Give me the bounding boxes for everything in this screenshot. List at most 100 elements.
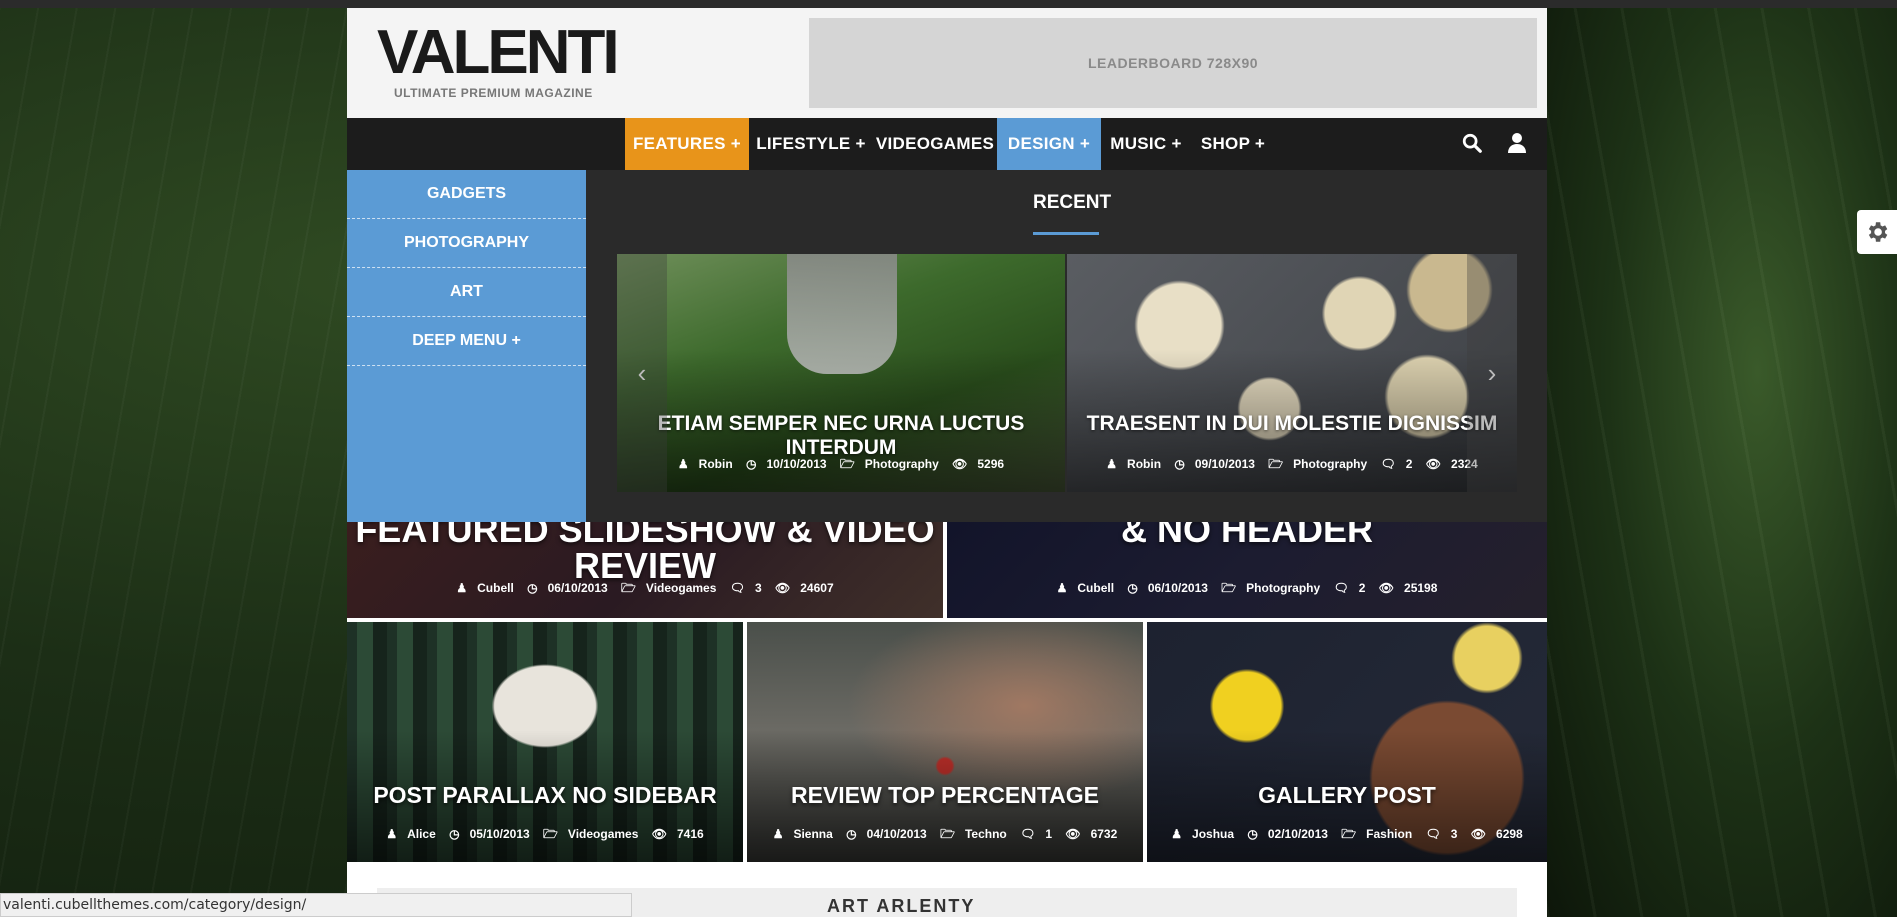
settings-gear-button[interactable]	[1857, 210, 1897, 254]
meta-comments: 2	[1358, 581, 1366, 595]
user-icon: ♟	[386, 827, 398, 841]
featured-title[interactable]: FEATURED SLIDESHOW & VIDEO REVIEW	[347, 522, 943, 584]
meta-category[interactable]: Fashion	[1366, 827, 1412, 841]
meta-date: 05/10/2013	[469, 827, 530, 841]
meta-views: 6298	[1496, 827, 1523, 841]
grid-post-title[interactable]: REVIEW TOP PERCENTAGE	[747, 782, 1143, 809]
meta-author[interactable]: Cubell	[477, 581, 514, 595]
meta-author[interactable]: Alice	[407, 827, 436, 841]
slider-next-button[interactable]: ›	[1467, 254, 1517, 492]
card-title[interactable]: TRAESENT IN DUI MOLESTIE DIGNISSIM	[1067, 412, 1517, 436]
submenu-item-gadgets[interactable]: GADGETS	[347, 170, 586, 219]
browser-status-bar: valenti.cubellthemes.com/category/design…	[0, 893, 632, 917]
nav-item-music[interactable]: MUSIC +	[1101, 118, 1191, 170]
featured-meta: ♟ Cubell ◷ 06/10/2013 🗁 Photography 🗨 2 👁 251…	[947, 579, 1547, 600]
leaderboard-ad[interactable]: LEADERBOARD 728X90	[809, 18, 1537, 108]
grid-post[interactable]: GALLERY POST ♟ Joshua ◷ 02/10/2013 🗁 Fashio…	[1147, 622, 1547, 862]
folder-icon: 🗁	[940, 827, 955, 841]
card-meta: ♟ Robin ◷ 09/10/2013 🗁 Photography 🗨 2 👁 2324	[1067, 455, 1517, 476]
gear-icon	[1868, 222, 1888, 242]
eye-icon: 👁	[1065, 827, 1081, 841]
grid-post[interactable]: REVIEW TOP PERCENTAGE ♟ Sienna ◷ 04/10/201…	[747, 622, 1143, 862]
submenu-item-deep-menu[interactable]: DEEP MENU +	[347, 317, 586, 366]
eye-icon: 👁	[1378, 581, 1395, 595]
meta-author[interactable]: Robin	[1127, 457, 1161, 471]
meta-comments: 2	[1405, 457, 1413, 471]
clock-icon: ◷	[746, 457, 757, 471]
featured-post-block[interactable]: & NO HEADER ♟ Cubell ◷ 06/10/2013 🗁 Photogr…	[947, 522, 1547, 618]
nav-item-lifestyle[interactable]: LIFESTYLE +	[749, 118, 873, 170]
meta-views: 5296	[977, 457, 1005, 471]
meta-author[interactable]: Sienna	[793, 827, 832, 841]
search-icon[interactable]	[1461, 132, 1485, 156]
clock-icon: ◷	[1174, 457, 1185, 471]
eye-icon: 👁	[1470, 827, 1487, 841]
grid-post-meta: ♟ Alice ◷ 05/10/2013 🗁 Videogames 👁 7416	[347, 825, 743, 846]
chevron-left-icon: ‹	[637, 357, 647, 388]
nav-item-videogames[interactable]: VIDEOGAMES	[873, 118, 997, 170]
user-icon: ♟	[677, 457, 689, 471]
browser-top-strip	[0, 0, 1897, 8]
submenu-item-art[interactable]: ART	[347, 268, 586, 317]
meta-category[interactable]: Photography	[865, 457, 939, 471]
user-icon: ♟	[1171, 827, 1183, 841]
clock-icon: ◷	[527, 581, 538, 595]
eye-icon: 👁	[651, 827, 667, 841]
user-icon: ♟	[456, 581, 468, 595]
slider-prev-button[interactable]: ‹	[617, 254, 667, 492]
meta-views: 6732	[1090, 827, 1118, 841]
section-title: ART ARLENTY	[827, 896, 976, 916]
eye-icon: 👁	[952, 457, 968, 471]
comment-icon: 🗨	[729, 581, 745, 595]
recent-post-card[interactable]: ETIAM SEMPER NEC URNA LUCTUS INTERDUM ♟ R…	[617, 254, 1065, 492]
user-icon: ♟	[1056, 581, 1068, 595]
user-icon: ♟	[1106, 457, 1118, 471]
folder-icon: 🗁	[1341, 827, 1357, 841]
meta-category[interactable]: Videogames	[568, 827, 638, 841]
comment-icon: 🗨	[1020, 827, 1036, 841]
grid-post-title[interactable]: GALLERY POST	[1147, 782, 1547, 809]
meta-author[interactable]: Joshua	[1192, 827, 1234, 841]
site-wrapper: VALENTI ULTIMATE PREMIUM MAGAZINE LEADER…	[347, 8, 1547, 917]
user-icon: ♟	[772, 827, 784, 841]
nav-item-design[interactable]: DESIGN +	[997, 118, 1101, 170]
meta-author[interactable]: Cubell	[1077, 581, 1114, 595]
site-header: VALENTI ULTIMATE PREMIUM MAGAZINE LEADER…	[347, 8, 1547, 118]
grid-post-meta: ♟ Joshua ◷ 02/10/2013 🗁 Fashion 🗨 3 👁 6298	[1147, 825, 1547, 846]
clock-icon: ◷	[449, 827, 460, 841]
submenu-item-photography[interactable]: PHOTOGRAPHY	[347, 219, 586, 268]
meta-date: 10/10/2013	[766, 457, 827, 471]
featured-title[interactable]: & NO HEADER	[947, 522, 1547, 548]
featured-post-block[interactable]: FEATURED SLIDESHOW & VIDEO REVIEW ♟ Cubel…	[347, 522, 943, 618]
recent-heading: RECENT	[1033, 192, 1112, 213]
folder-icon: 🗁	[1268, 457, 1284, 471]
meta-author[interactable]: Robin	[699, 457, 733, 471]
card-title[interactable]: ETIAM SEMPER NEC URNA LUCTUS INTERDUM	[617, 412, 1065, 460]
meta-category[interactable]: Videogames	[646, 581, 716, 595]
folder-icon: 🗁	[621, 581, 636, 595]
eye-icon: 👁	[1425, 457, 1442, 471]
user-icon[interactable]	[1507, 132, 1531, 156]
folder-icon: 🗁	[543, 827, 558, 841]
grid-post-title[interactable]: POST PARALLAX NO SIDEBAR	[347, 782, 743, 809]
grid-post[interactable]: POST PARALLAX NO SIDEBAR ♟ Alice ◷ 05/10/2…	[347, 622, 743, 862]
meta-category[interactable]: Photography	[1293, 457, 1367, 471]
nav-item-features[interactable]: FEATURES +	[625, 118, 749, 170]
clock-icon: ◷	[846, 827, 857, 841]
chevron-right-icon: ›	[1487, 357, 1497, 388]
ad-label: LEADERBOARD 728X90	[1087, 55, 1259, 71]
card-meta: ♟ Robin ◷ 10/10/2013 🗁 Photography 👁 5296	[617, 455, 1065, 476]
site-logo[interactable]: VALENTI ULTIMATE PREMIUM MAGAZINE	[377, 22, 620, 102]
background-forest-right	[1547, 8, 1897, 917]
meta-comments: 1	[1045, 827, 1052, 841]
recent-post-card[interactable]: TRAESENT IN DUI MOLESTIE DIGNISSIM ♟ Robi…	[1067, 254, 1517, 492]
logo-tagline: ULTIMATE PREMIUM MAGAZINE	[394, 86, 593, 100]
meta-date: 06/10/2013	[547, 581, 608, 595]
eye-icon: 👁	[775, 581, 791, 595]
folder-icon: 🗁	[839, 457, 855, 471]
meta-category[interactable]: Techno	[965, 827, 1007, 841]
nav-item-shop[interactable]: SHOP +	[1191, 118, 1275, 170]
meta-views: 7416	[676, 827, 704, 841]
meta-category[interactable]: Photography	[1246, 581, 1320, 595]
main-nav: FEATURES + LIFESTYLE + VIDEOGAMES DESIGN…	[347, 118, 1547, 170]
